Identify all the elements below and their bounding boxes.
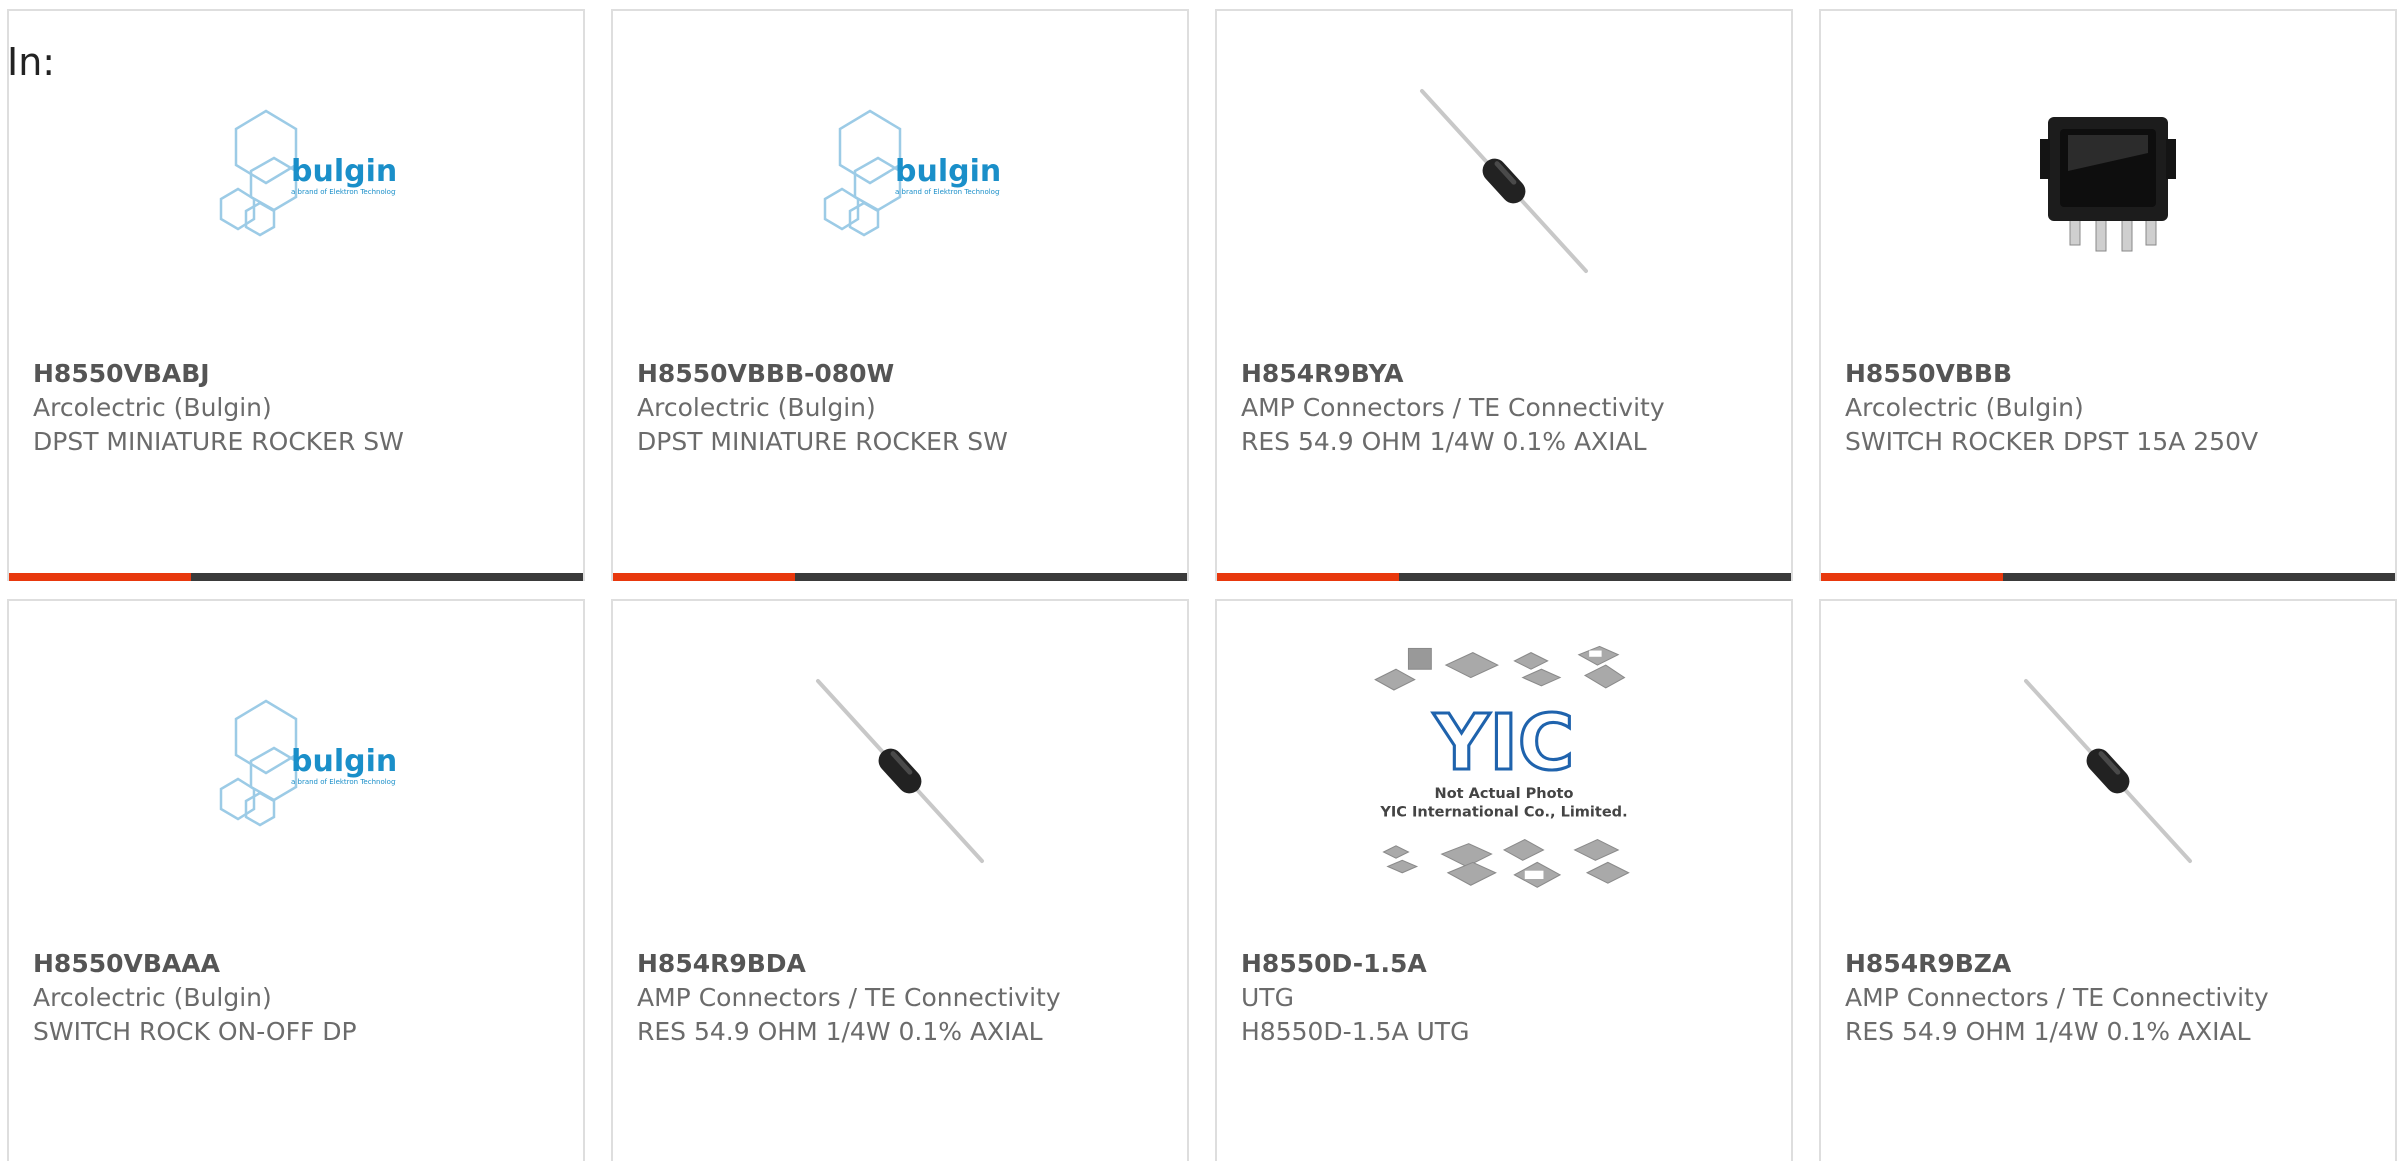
description: H8550D-1.5A UTG bbox=[1241, 1017, 1470, 1046]
filter-heading: In: bbox=[7, 40, 56, 84]
part-number[interactable]: H854R9BYA bbox=[1241, 357, 1781, 391]
description: RES 54.9 OHM 1/4W 0.1% AXIAL bbox=[1845, 1017, 2251, 1046]
bulgin-wordmark: bulgin bbox=[895, 154, 1000, 189]
product-card[interactable]: H854R9BZA AMP Connectors / TE Connectivi… bbox=[1819, 599, 2397, 1161]
axial-resistor-image bbox=[1420, 89, 1588, 273]
manufacturer: AMP Connectors / TE Connectivity bbox=[1845, 983, 2269, 1012]
manufacturer: AMP Connectors / TE Connectivity bbox=[637, 983, 1061, 1012]
description: DPST MINIATURE ROCKER SW bbox=[33, 427, 404, 456]
card-bottom-bar bbox=[613, 573, 1187, 581]
not-actual-photo-label: Not Actual Photo bbox=[1435, 786, 1574, 802]
bulgin-tagline: a brand of Elektron Technology bbox=[895, 188, 1000, 196]
product-card[interactable]: YIC Not Actual Photo YIC International C… bbox=[1215, 599, 1793, 1161]
manufacturer: UTG bbox=[1241, 983, 1294, 1012]
description: SWITCH ROCK ON-OFF DP bbox=[33, 1017, 357, 1046]
product-card[interactable]: bulgin a brand of Elektron Technology H8… bbox=[7, 599, 585, 1161]
product-card[interactable]: H854R9BYA AMP Connectors / TE Connectivi… bbox=[1215, 9, 1793, 581]
bulgin-logo-image: bulgin a brand of Elektron Technology bbox=[823, 109, 1000, 237]
card-accent bbox=[9, 573, 191, 581]
rocker-switch-image bbox=[2040, 117, 2176, 252]
card-bottom-bar bbox=[1821, 573, 2395, 581]
product-card[interactable]: bulgin a brand of Elektron Technology H8… bbox=[611, 9, 1189, 581]
card-bottom-bar bbox=[9, 573, 583, 581]
card-accent bbox=[1217, 573, 1399, 581]
product-card[interactable]: bulgin a brand of Elektron Technology H8… bbox=[7, 9, 585, 581]
axial-resistor-image bbox=[2024, 679, 2192, 863]
manufacturer: Arcolectric (Bulgin) bbox=[33, 983, 272, 1012]
bulgin-tagline: a brand of Elektron Technology bbox=[291, 188, 396, 196]
bulgin-wordmark: bulgin bbox=[291, 154, 396, 189]
bulgin-logo-image: bulgin a brand of Elektron Technology bbox=[219, 699, 396, 827]
part-number[interactable]: H8550VBBB bbox=[1845, 357, 2385, 391]
part-number[interactable]: H8550VBAAA bbox=[33, 947, 573, 981]
part-number[interactable]: H854R9BZA bbox=[1845, 947, 2385, 981]
description: RES 54.9 OHM 1/4W 0.1% AXIAL bbox=[637, 1017, 1043, 1046]
manufacturer: AMP Connectors / TE Connectivity bbox=[1241, 393, 1665, 422]
part-number[interactable]: H8550D-1.5A bbox=[1241, 947, 1781, 981]
description: RES 54.9 OHM 1/4W 0.1% AXIAL bbox=[1241, 427, 1647, 456]
part-number[interactable]: H8550VBBB-080W bbox=[637, 357, 1177, 391]
axial-resistor-image bbox=[816, 679, 984, 863]
yic-company-label: YIC International Co., Limited. bbox=[1379, 805, 1627, 821]
card-accent bbox=[613, 573, 795, 581]
yic-mark: YIC bbox=[1433, 699, 1575, 788]
card-bottom-bar bbox=[1217, 573, 1791, 581]
product-card[interactable]: H8550VBBB Arcolectric (Bulgin) SWITCH RO… bbox=[1819, 9, 2397, 581]
product-card[interactable]: H854R9BDA AMP Connectors / TE Connectivi… bbox=[611, 599, 1189, 1161]
bulgin-tagline: a brand of Elektron Technology bbox=[291, 778, 396, 786]
yic-placeholder-image: YIC Not Actual Photo YIC International C… bbox=[1374, 645, 1630, 888]
description: SWITCH ROCKER DPST 15A 250V bbox=[1845, 427, 2259, 456]
bulgin-logo-image: bulgin a brand of Elektron Technology bbox=[219, 109, 396, 237]
part-number[interactable]: H854R9BDA bbox=[637, 947, 1177, 981]
manufacturer: Arcolectric (Bulgin) bbox=[33, 393, 272, 422]
card-accent bbox=[1821, 573, 2003, 581]
manufacturer: Arcolectric (Bulgin) bbox=[637, 393, 876, 422]
manufacturer: Arcolectric (Bulgin) bbox=[1845, 393, 2084, 422]
description: DPST MINIATURE ROCKER SW bbox=[637, 427, 1008, 456]
bulgin-wordmark: bulgin bbox=[291, 744, 396, 779]
part-number[interactable]: H8550VBABJ bbox=[33, 357, 573, 391]
